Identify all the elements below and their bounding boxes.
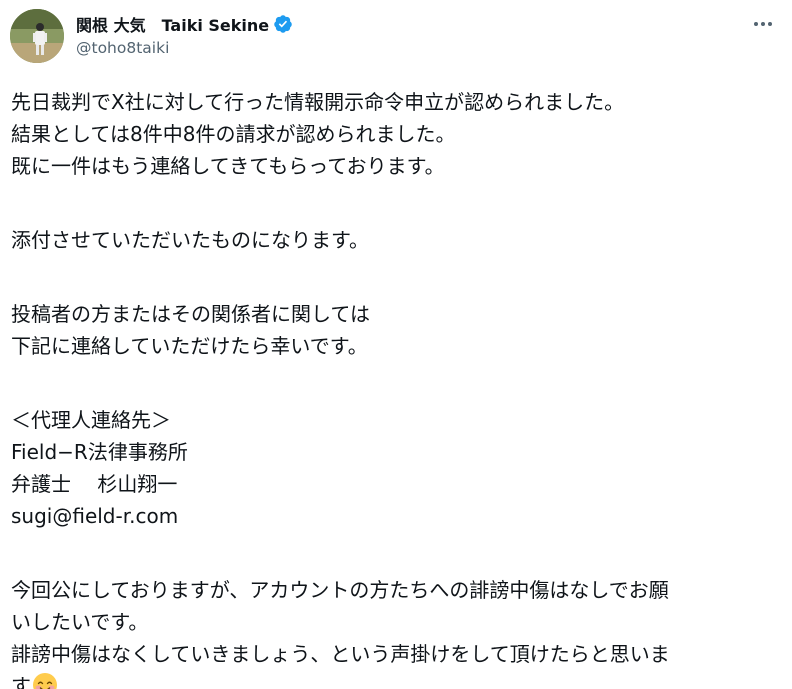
tweet-line: Field−R法律事務所 [11, 440, 188, 464]
tweet: 関根 大気 Taiki Sekine @toho8taiki 先日裁判でX社に対… [0, 0, 792, 689]
author-names: 関根 大気 Taiki Sekine @toho8taiki [76, 12, 293, 57]
avatar[interactable] [10, 9, 64, 63]
tweet-line: 下記に連絡していただけたら幸いです。 [11, 334, 368, 358]
tweet-line: 投稿者の方またはその関係者に関しては [11, 302, 370, 326]
tweet-line: 既に一件はもう連絡してきてもらっております。 [11, 154, 445, 178]
author-handle[interactable]: @toho8taiki [76, 39, 293, 57]
tweet-line: 添付させていただいたものになります。 [11, 228, 369, 252]
tweet-text: 先日裁判でX社に対して行った情報開示命令申立が認められました。 結果としては8件… [11, 86, 781, 689]
tweet-line: 結果としては8件中8件の請求が認められました。 [11, 122, 456, 146]
smiling-face-emoji-icon [32, 672, 58, 689]
verified-badge-icon[interactable] [273, 14, 293, 34]
tweet-line: 先日裁判でX社に対して行った情報開示命令申立が認められました。 [11, 90, 625, 114]
tweet-line: sugi@field-r.com [11, 504, 179, 528]
tweet-line: 今回公にしておりますが、アカウントの方たちへの誹謗中傷はなしでお願 [11, 578, 669, 602]
tweet-line: ＜代理人連絡先＞ [11, 408, 171, 432]
more-options-icon[interactable] [746, 10, 780, 38]
tweet-line-last: す [11, 670, 781, 689]
tweet-header: 関根 大気 Taiki Sekine @toho8taiki [10, 8, 782, 64]
tweet-line-text: す [11, 674, 31, 689]
tweet-line: 誹謗中傷はなくしていきましょう、という声掛けをして頂けたらと思いま [11, 642, 670, 666]
tweet-line: いしたいです。 [11, 610, 149, 634]
display-name[interactable]: 関根 大気 Taiki Sekine [76, 12, 269, 36]
tweet-line: 弁護士 杉山翔一 [11, 472, 178, 496]
